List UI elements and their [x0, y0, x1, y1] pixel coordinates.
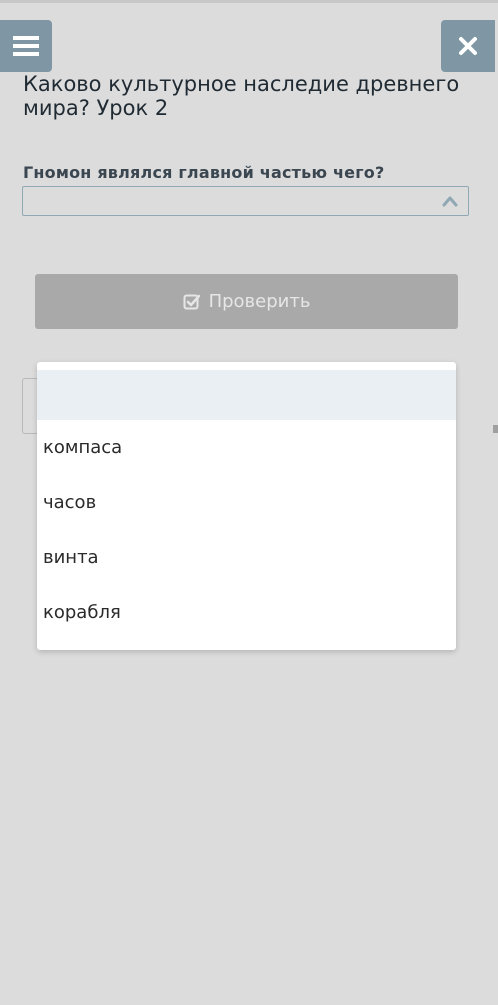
page-title: Каково культурное наследие древнего мира…: [23, 72, 460, 120]
close-button[interactable]: [441, 20, 495, 72]
check-button[interactable]: Проверить: [35, 274, 458, 329]
close-x-icon: [459, 37, 477, 55]
dropdown-option-screw[interactable]: винта: [43, 546, 99, 570]
top-strip: [0, 0, 498, 3]
check-button-label: Проверить: [208, 291, 311, 312]
answer-select[interactable]: [22, 186, 469, 216]
dropdown-option-ship[interactable]: корабля: [43, 601, 121, 625]
menu-button[interactable]: [0, 20, 52, 72]
answer-dropdown: компаса часов винта корабля: [37, 362, 456, 650]
checkbox-check-icon: [183, 294, 200, 309]
dropdown-option-clock[interactable]: часов: [43, 491, 96, 515]
chevron-up-icon: [442, 196, 458, 207]
dropdown-option-compass[interactable]: компаса: [43, 436, 122, 460]
dropdown-option-empty[interactable]: [37, 370, 456, 420]
scroll-edge: [493, 425, 498, 433]
hamburger-menu-icon: [13, 36, 39, 56]
question-text: Гномон являлся главной частью чего?: [23, 163, 385, 182]
